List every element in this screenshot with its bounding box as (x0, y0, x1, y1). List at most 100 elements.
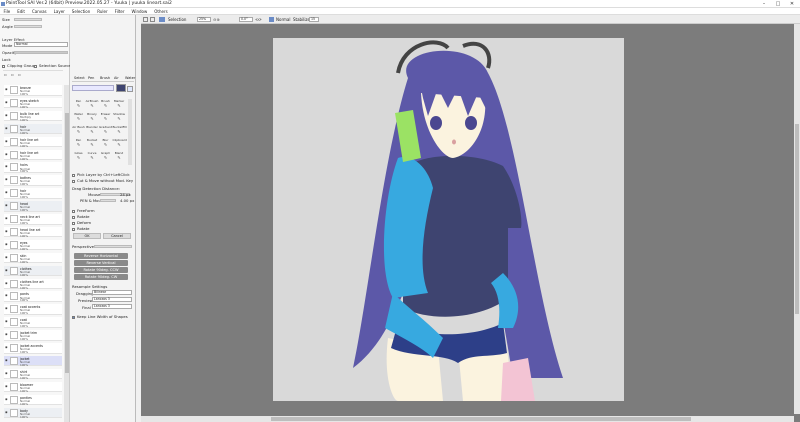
keep-line-width-option[interactable]: Keep Line Width of Shapes (72, 314, 128, 319)
perspective-slider[interactable] (94, 245, 132, 248)
brush-tool-slot[interactable]: Curve ✎ (86, 151, 99, 163)
layer-row[interactable]: ◉ jacket trim Normal 100% (4, 330, 62, 341)
trash-icon[interactable]: ▫ (18, 72, 21, 77)
visibility-eye-icon[interactable]: ◉ (5, 319, 8, 323)
visibility-eye-icon[interactable]: ◉ (5, 410, 8, 414)
tab-pen[interactable]: Pen (88, 76, 94, 80)
final-select[interactable]: Lanczos 3 (92, 304, 132, 309)
layer-group[interactable]: ◉ head Normal 100% (4, 201, 62, 212)
layer-row[interactable]: ◉ bulb line art Multiply 100% (4, 110, 62, 122)
angle-slider[interactable] (14, 25, 42, 28)
brush-tool-slot[interactable]: BucketFill ✎ (113, 125, 127, 137)
brush-tool-slot[interactable]: Eraser ✎ (99, 112, 112, 124)
rotate-option[interactable]: Rotate (72, 214, 89, 219)
view-icon[interactable] (150, 17, 155, 22)
menu-edit[interactable]: Edit (14, 8, 29, 15)
preview-select[interactable]: Lanczos 3 (92, 297, 132, 302)
normal-icon[interactable] (269, 17, 274, 22)
brush-tool-slot[interactable]: Graph ✎ (99, 151, 112, 163)
tab-air[interactable]: Air (114, 76, 119, 80)
mode-select[interactable]: Normal (14, 42, 68, 47)
brush-tool-slot[interactable]: Water ✎ (72, 112, 85, 124)
visibility-eye-icon[interactable]: ◉ (5, 126, 8, 130)
layer-row[interactable]: ◉ clothes line art Normal 100% (4, 278, 62, 290)
brush-tool-slot[interactable]: Air Bush ✎ (72, 125, 85, 137)
canvas-horizontal-scrollbar[interactable] (141, 416, 794, 422)
visibility-eye-icon[interactable]: ◉ (5, 177, 8, 181)
brush-tool-slot[interactable]: Brush ✎ (99, 99, 112, 111)
brush-tool-slot[interactable]: Gradient ✎ (99, 125, 112, 137)
visibility-eye-icon[interactable]: ◉ (5, 255, 8, 259)
layer-row[interactable]: ◉ bathes Normal 100% (4, 175, 62, 186)
layer-row[interactable]: ◉ neck line art Normal 100% (4, 214, 62, 225)
maximize-button[interactable]: □ (771, 0, 785, 8)
visibility-eye-icon[interactable]: ◉ (5, 293, 8, 297)
brush-tool-slot[interactable]: Shadow ✎ (113, 112, 126, 124)
visibility-eye-icon[interactable]: ◉ (5, 397, 8, 401)
brush-tool-slot[interactable]: Marker ✎ (113, 99, 126, 111)
new-folder-icon[interactable]: ▫ (11, 72, 14, 77)
visibility-eye-icon[interactable]: ◉ (5, 268, 8, 272)
layer-row[interactable]: ◉ coat Normal 100% (4, 317, 62, 328)
deform-option[interactable]: Deform (72, 220, 91, 225)
tab-select[interactable]: Select (74, 76, 85, 80)
visibility-eye-icon[interactable]: ◉ (5, 332, 8, 336)
layer-row[interactable]: ◉ bloomer Normal 100% (4, 381, 62, 393)
zoom-controls[interactable]: ⊖⊕ (213, 17, 220, 22)
layer-row[interactable]: ◉ eyes sketch Normal 100% (4, 97, 62, 109)
menu-window[interactable]: Window (128, 8, 151, 15)
visibility-eye-icon[interactable]: ◉ (5, 216, 8, 220)
visibility-eye-icon[interactable]: ◉ (5, 384, 8, 388)
brush-tool-slot[interactable]: Pen ✎ (72, 99, 85, 111)
stabilizer-field[interactable]: 15 (309, 17, 319, 22)
opacity-slider[interactable] (14, 51, 68, 54)
menu-ruler[interactable]: Ruler (94, 8, 111, 15)
layer-group[interactable]: ◉ hair Normal 100% (4, 123, 62, 135)
cancel-button[interactable]: Cancel (103, 233, 131, 239)
visibility-eye-icon[interactable]: ◉ (5, 113, 8, 117)
ok-button[interactable]: OK (73, 233, 101, 239)
menu-filter[interactable]: Filter (111, 8, 128, 15)
layer-row[interactable]: ◉ hairs Normal 100% (4, 162, 62, 173)
canvas-vertical-scrollbar[interactable] (794, 24, 800, 414)
layer-row[interactable]: ◉ head line art Normal 100% (4, 226, 62, 238)
grid-icon[interactable] (143, 17, 148, 22)
layer-row[interactable]: ◉ eyes Normal 100% (4, 239, 62, 251)
pen-slider[interactable] (100, 199, 116, 202)
minimize-button[interactable]: – (757, 0, 771, 8)
layer-row[interactable]: ◉ hair line art Normal 100% (4, 149, 62, 161)
tab-brush[interactable]: Brush (100, 76, 110, 80)
rotate2-option[interactable]: Rotate (72, 226, 89, 231)
layer-row[interactable]: ◉ jacket accents Normal 100% (4, 343, 62, 354)
visibility-eye-icon[interactable]: ◉ (5, 371, 8, 375)
visibility-eye-icon[interactable]: ◉ (5, 229, 8, 233)
menu-canvas[interactable]: Canvas (28, 8, 50, 15)
layer-scrollbar-thumb[interactable] (64, 113, 69, 373)
zoom-field[interactable]: 25% (197, 17, 211, 22)
layer-row[interactable]: ◉ panties Normal 100% (4, 394, 62, 406)
new-layer-icon[interactable]: ▫ (4, 72, 7, 77)
reverse-horizontal-button[interactable]: Reverse Horizontal (74, 253, 128, 259)
close-button[interactable]: ✕ (785, 0, 799, 8)
visibility-eye-icon[interactable]: ◉ (5, 203, 8, 207)
menu-file[interactable]: File (0, 8, 14, 15)
layer-row[interactable]: ◉ jacket Normal 100% (4, 355, 62, 367)
visibility-eye-icon[interactable]: ◉ (5, 87, 8, 91)
tab-water[interactable]: Water (125, 76, 135, 80)
brush-tool-slot[interactable]: Blender ✎ (86, 125, 99, 137)
visibility-eye-icon[interactable]: ◉ (5, 281, 8, 285)
menu-layer[interactable]: Layer (50, 8, 68, 15)
size-slider[interactable] (14, 18, 42, 21)
layer-row[interactable]: ◉ pants Normal 100% (4, 291, 62, 302)
brush-tool-slot[interactable]: Bucket ✎ (86, 138, 99, 150)
dragging-select[interactable]: Bilinear (92, 290, 132, 295)
reverse-vertical-button[interactable]: Reverse Vertical (74, 260, 128, 266)
brush-tool-slot[interactable]: Binary ✎ (86, 112, 99, 124)
brush-tool-slot[interactable]: Pen ✎ (72, 138, 85, 150)
layer-group[interactable]: ◉ body Normal 100% (4, 407, 62, 419)
layer-row[interactable]: ◉ skin Normal 100% (4, 252, 62, 264)
menu-selection[interactable]: Selection (68, 8, 93, 15)
visibility-eye-icon[interactable]: ◉ (5, 242, 8, 246)
visibility-eye-icon[interactable]: ◉ (5, 306, 8, 310)
layer-row[interactable]: ◉ hair line art Normal 100% (4, 136, 62, 148)
